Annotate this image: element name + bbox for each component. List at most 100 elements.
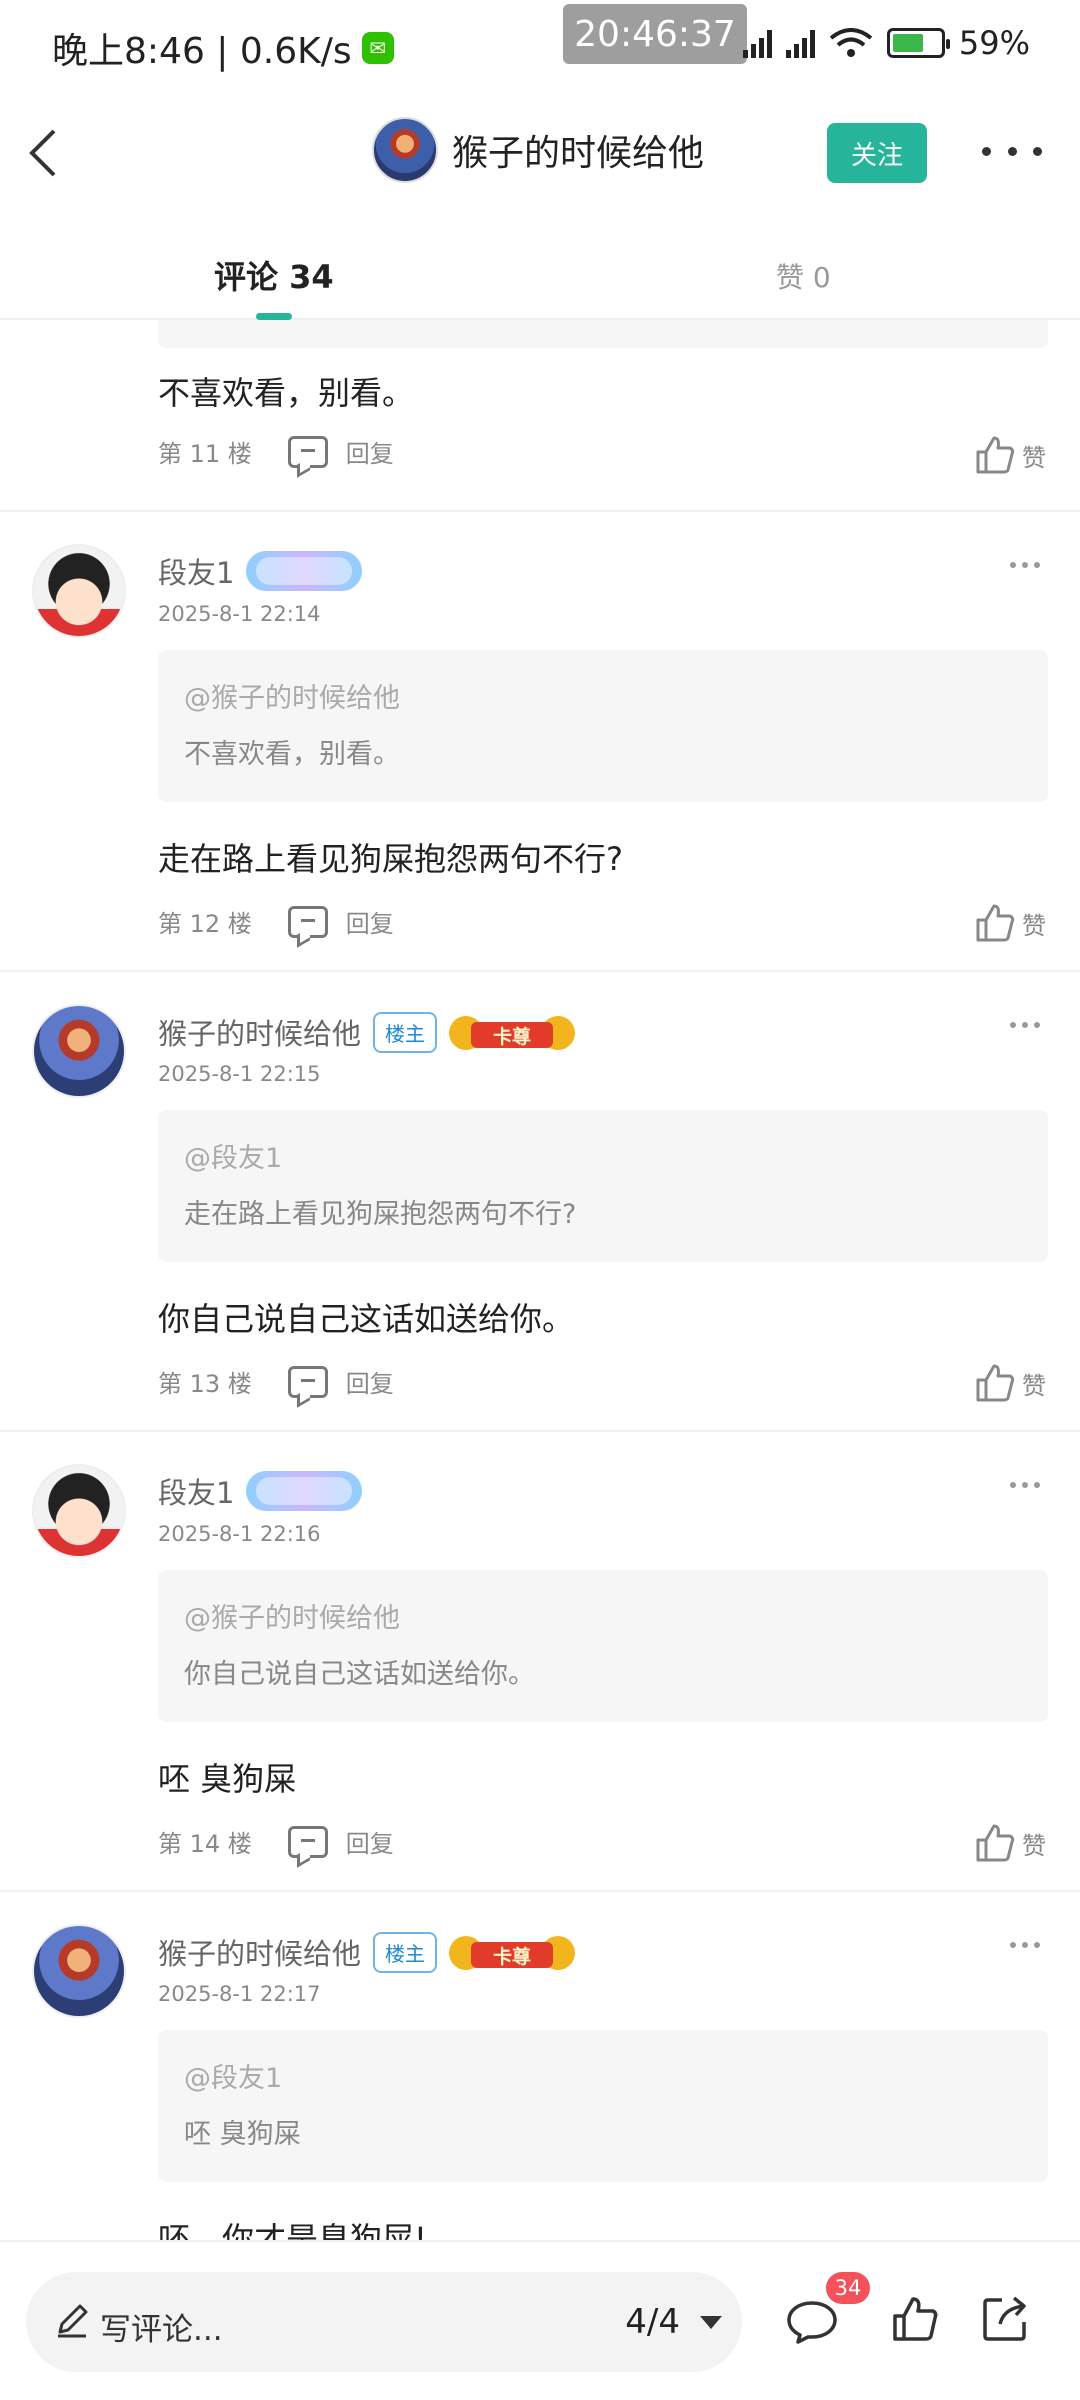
owner-badge: 楼主 [373, 1011, 438, 1053]
card-badge-label: 卡尊 [471, 1022, 554, 1048]
quoted-comment: @段友1 走在路上看见狗屎抱怨两句不行? [158, 1110, 1048, 1262]
floor-number: 第 13 楼 [158, 1370, 252, 1398]
like-label: 赞 [1022, 1831, 1046, 1860]
signal-icon-2 [785, 28, 815, 58]
avatar[interactable] [32, 1004, 126, 1098]
reply-icon[interactable] [287, 435, 328, 468]
author-name[interactable]: 段友1 [158, 550, 234, 592]
thumbs-up-icon[interactable] [890, 2294, 940, 2344]
comment-author[interactable]: 猴子的时候给他 楼主 卡尊 [158, 1010, 576, 1054]
write-comment-input[interactable]: 写评论... 4/4 [26, 2272, 742, 2372]
floor-number: 第 14 楼 [158, 1830, 252, 1858]
quoted-comment: @猴子的时候给他 不喜欢看，别看。 [158, 650, 1048, 802]
comment-text: 走在路上看见狗屎抱怨两句不行? [158, 840, 623, 878]
battery-icon [886, 28, 950, 58]
page-indicator[interactable]: 4/4 [625, 2302, 680, 2342]
header-avatar[interactable] [372, 117, 438, 183]
quote-box-tail [158, 320, 1048, 348]
like-button[interactable]: 赞 [974, 1362, 1046, 1404]
quoted-comment: @猴子的时候给他 你自己说自己这话如送给你。 [158, 1570, 1048, 1722]
comment-item: 猴子的时候给他 楼主 卡尊 2025-8-1 22:17 @段友1 呸 臭狗屎 … [0, 1892, 1080, 2240]
status-right: 59% [742, 24, 1030, 62]
status-bar: 晚上8:46 | 0.6K/s ✉ 20:46:37 59% [0, 0, 1080, 95]
comment-author[interactable]: 猴子的时候给他 楼主 卡尊 [158, 1930, 576, 1974]
top-nav: 猴子的时候给他 关注 [0, 95, 1080, 210]
level-badge-icon [246, 551, 363, 591]
comment-item: 段友1 2025-8-1 22:14 @猴子的时候给他 不喜欢看，别看。 走在路… [0, 512, 1080, 970]
page-title: 猴子的时候给他 [452, 133, 705, 174]
comment-bubble-icon[interactable] [786, 2300, 838, 2344]
avatar[interactable] [32, 1464, 126, 1558]
reply-icon[interactable] [287, 1825, 328, 1858]
quoted-comment: @段友1 呸 臭狗屎 [158, 2030, 1048, 2182]
comment-author[interactable]: 段友1 [158, 550, 363, 592]
comment-meta: 第 11 楼 回复 [158, 434, 394, 469]
author-name[interactable]: 猴子的时候给他 [158, 1011, 361, 1053]
status-time-speed: 晚上8:46 | 0.6K/s [52, 31, 352, 72]
comment-author[interactable]: 段友1 [158, 1470, 363, 1512]
comment-more-icon[interactable] [1010, 1482, 1040, 1488]
caret-down-icon[interactable] [700, 2316, 722, 2329]
reply-button[interactable]: 回复 [346, 1364, 394, 1399]
avatar[interactable] [32, 1924, 126, 2018]
reply-button[interactable]: 回复 [346, 434, 394, 469]
comment-feed[interactable]: 不喜欢看，别看。 第 11 楼 回复 赞 段友1 2025-8-1 22:14 … [0, 320, 1080, 2240]
tab-likes[interactable]: 赞 0 [776, 256, 831, 296]
quote-text: 你自己说自己这话如送给你。 [184, 1659, 535, 1690]
reply-icon[interactable] [287, 1365, 328, 1398]
comment-count-badge: 34 [826, 2272, 870, 2304]
quote-mention: @猴子的时候给他 [184, 683, 400, 714]
comment-text: 不喜欢看，别看。 [158, 374, 415, 412]
thumbs-up-icon [976, 436, 1015, 474]
comment-more-icon[interactable] [1010, 1942, 1040, 1948]
like-button[interactable]: 赞 [974, 902, 1046, 944]
tab-bar: 评论 34 赞 0 [0, 210, 1080, 320]
quote-mention: @段友1 [184, 2063, 283, 2094]
level-badge-icon [246, 1471, 363, 1511]
comment-date: 2025-8-1 22:17 [158, 1982, 321, 2006]
active-tab-indicator [256, 313, 292, 320]
comment-more-icon[interactable] [1010, 1022, 1040, 1028]
reply-button[interactable]: 回复 [346, 904, 394, 939]
tab-comments[interactable]: 评论 34 [214, 252, 334, 298]
floor-number: 第 11 楼 [158, 440, 252, 468]
comment-date: 2025-8-1 22:14 [158, 602, 321, 626]
quote-mention: @猴子的时候给他 [184, 1603, 400, 1634]
follow-button[interactable]: 关注 [827, 123, 927, 183]
reply-button[interactable]: 回复 [346, 1824, 394, 1859]
author-name[interactable]: 段友1 [158, 1470, 234, 1512]
share-icon[interactable] [980, 2294, 1030, 2344]
header-user[interactable]: 猴子的时候给他 [372, 117, 704, 183]
like-label: 赞 [1022, 1371, 1046, 1400]
like-button[interactable]: 赞 [974, 1822, 1046, 1864]
comment-text: 呸 臭狗屎 [158, 1760, 297, 1798]
floor-number: 第 12 楼 [158, 910, 252, 938]
write-comment-placeholder[interactable]: 写评论... [100, 2304, 223, 2349]
card-badge-label: 卡尊 [471, 1942, 554, 1968]
time-overlay: 20:46:37 [563, 4, 747, 64]
pencil-icon [58, 2304, 88, 2338]
quote-mention: @段友1 [184, 1143, 283, 1174]
card-badge-icon: 卡尊 [449, 1010, 576, 1054]
bottom-bar: 写评论... 4/4 34 [0, 2240, 1080, 2400]
comment-item: 猴子的时候给他 楼主 卡尊 2025-8-1 22:15 @段友1 走在路上看见… [0, 972, 1080, 1430]
wifi-icon [829, 28, 873, 57]
comment-meta: 第 14 楼 回复 [158, 1824, 394, 1859]
card-badge-icon: 卡尊 [449, 1930, 576, 1974]
owner-badge: 楼主 [373, 1931, 438, 1973]
comment-more-icon[interactable] [1010, 562, 1040, 568]
author-name[interactable]: 猴子的时候给他 [158, 1931, 361, 1973]
quote-text: 不喜欢看，别看。 [184, 739, 400, 770]
battery-percent: 59% [958, 24, 1030, 62]
comment-text: 你自己说自己这话如送给你。 [158, 1300, 575, 1338]
comment-meta: 第 13 楼 回复 [158, 1364, 394, 1399]
thumbs-up-icon [976, 1364, 1015, 1402]
back-arrow-icon[interactable] [22, 127, 66, 179]
like-label: 赞 [1022, 443, 1046, 472]
avatar[interactable] [32, 544, 126, 638]
quote-text: 走在路上看见狗屎抱怨两句不行? [184, 1199, 577, 1230]
signal-icon [742, 28, 772, 58]
reply-icon[interactable] [287, 905, 328, 938]
like-button[interactable]: 赞 [974, 434, 1046, 476]
more-options-icon[interactable] [982, 139, 1042, 163]
